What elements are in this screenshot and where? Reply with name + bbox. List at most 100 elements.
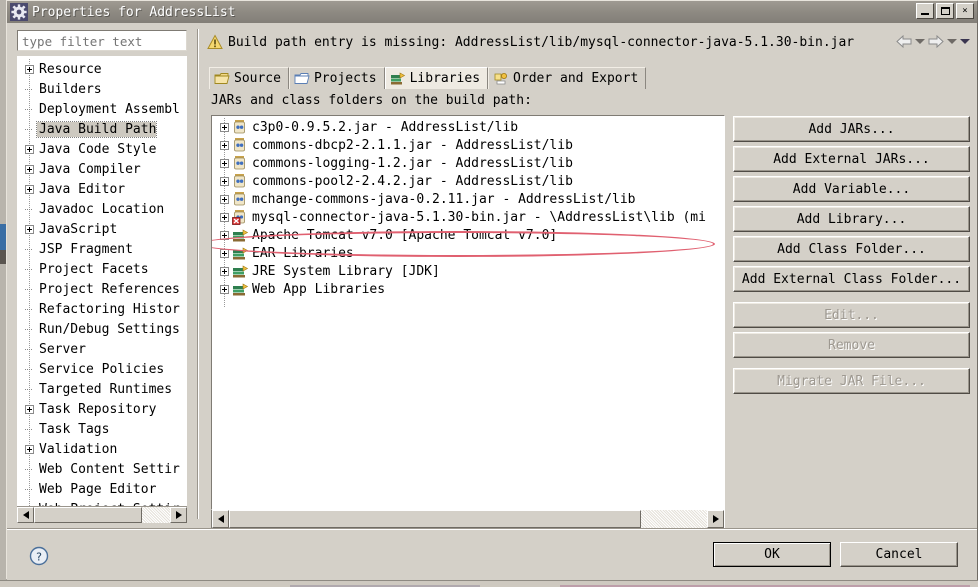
add-jars-button[interactable]: Add JARs...	[733, 116, 970, 142]
jar-scroll-thumb[interactable]	[229, 510, 641, 528]
sidebar-item-web-content-settings[interactable]: Web Content Settir	[17, 459, 187, 479]
filter-input[interactable]	[17, 30, 187, 51]
expand-toggle-icon[interactable]	[216, 248, 232, 258]
sidebar-item-jsp-fragment[interactable]: JSP Fragment	[17, 239, 187, 259]
expand-toggle-icon[interactable]	[216, 158, 232, 168]
jar-scroll-left-button[interactable]	[212, 510, 229, 528]
view-menu-button[interactable]	[959, 32, 971, 50]
add-external-jars-button[interactable]: Add External JARs...	[733, 146, 970, 172]
sidebar-item-project-references[interactable]: Project References	[17, 279, 187, 299]
expand-toggle-icon[interactable]	[216, 176, 232, 186]
jar-list-item[interactable]: EAR Libraries	[212, 244, 724, 262]
jar-scroll-right-button[interactable]	[707, 510, 724, 528]
ok-button[interactable]: OK	[713, 542, 831, 567]
properties-dialog-screen: Properties for AddressList × Resource Bui…	[0, 0, 978, 587]
tab-libraries[interactable]: Libraries	[384, 67, 489, 89]
jar-list-item[interactable]: JRE System Library [JDK]	[212, 262, 724, 280]
jar-list-item-label: EAR Libraries	[252, 245, 354, 261]
maximize-button[interactable]	[936, 3, 954, 19]
sidebar-item-builders[interactable]: Builders	[17, 79, 187, 99]
sidebar-item-validation[interactable]: Validation	[17, 439, 187, 459]
tree-scroll-track[interactable]	[34, 507, 170, 523]
jar-list-item[interactable]: Apache Tomcat v7.0 [Apache Tomcat v7.0]	[212, 226, 724, 244]
tab-order-and-export[interactable]: Order and Export	[488, 67, 647, 89]
jar-scroll-track[interactable]	[229, 510, 707, 528]
tree-scroll-thumb[interactable]	[34, 507, 142, 523]
expand-toggle-icon[interactable]	[21, 404, 37, 414]
tree-scroll-right-button[interactable]	[170, 507, 187, 523]
expand-toggle-icon[interactable]	[21, 184, 37, 194]
jar-list-item[interactable]: commons-dbcp2-2.1.1.jar - AddressList/li…	[212, 136, 724, 154]
sidebar-item-task-tags[interactable]: Task Tags	[17, 419, 187, 439]
expand-toggle-icon[interactable]	[21, 224, 37, 234]
sidebar-item-task-repository[interactable]: Task Repository	[17, 399, 187, 419]
sidebar-item-deployment-assembly[interactable]: Deployment Assembl	[17, 99, 187, 119]
sidebar-item-java-editor[interactable]: Java Editor	[17, 179, 187, 199]
add-class-folder-button[interactable]: Add Class Folder...	[733, 236, 970, 262]
sidebar-item-java-build-path[interactable]: Java Build Path	[17, 119, 187, 139]
jar-list-box[interactable]: c3p0-0.9.5.2.jar - AddressList/lib common…	[211, 115, 725, 510]
jar-list-item[interactable]: mchange-commons-java-0.2.11.jar - Addres…	[212, 190, 724, 208]
jar-list-item-label: commons-logging-1.2.jar - AddressList/li…	[252, 155, 573, 171]
ok-button-label: OK	[764, 547, 780, 562]
jar-list-item[interactable]: commons-pool2-2.4.2.jar - AddressList/li…	[212, 172, 724, 190]
sidebar-item-label: Project Facets	[39, 261, 149, 277]
desktop-bottom-strip	[0, 580, 978, 587]
sidebar-item-java-code-style[interactable]: Java Code Style	[17, 139, 187, 159]
help-question-icon[interactable]: ?	[29, 546, 49, 566]
add-external-class-folder-button[interactable]: Add External Class Folder...	[733, 266, 970, 292]
tree-node-dash-icon	[21, 205, 37, 214]
cancel-button[interactable]: Cancel	[840, 542, 958, 567]
add-library-button[interactable]: Add Library...	[733, 206, 970, 232]
sidebar-item-javadoc-location[interactable]: Javadoc Location	[17, 199, 187, 219]
expand-toggle-icon[interactable]	[216, 122, 232, 132]
tab-source[interactable]: Source	[209, 67, 289, 89]
expand-toggle-icon[interactable]	[216, 230, 232, 240]
tree-node-dash-icon	[21, 345, 37, 354]
sidebar-item-run-debug-settings[interactable]: Run/Debug Settings	[17, 319, 187, 339]
tree-scroll-left-button[interactable]	[17, 507, 34, 523]
sidebar-item-javascript[interactable]: JavaScript	[17, 219, 187, 239]
expand-toggle-icon[interactable]	[21, 64, 37, 74]
tree-hscrollbar[interactable]	[17, 506, 187, 523]
tree-node-dash-icon	[21, 285, 37, 294]
remove-button: Remove	[733, 332, 970, 358]
tab-projects[interactable]: Projects	[288, 67, 385, 89]
jar-list-item[interactable]: commons-logging-1.2.jar - AddressList/li…	[212, 154, 724, 172]
sidebar-item-web-page-editor[interactable]: Web Page Editor	[17, 479, 187, 499]
sidebar-item-refactoring-history[interactable]: Refactoring Histor	[17, 299, 187, 319]
edit-button: Edit...	[733, 302, 970, 328]
expand-toggle-icon[interactable]	[216, 284, 232, 294]
minimize-button[interactable]	[916, 3, 934, 19]
add-variable-button[interactable]: Add Variable...	[733, 176, 970, 202]
expand-toggle-icon[interactable]	[216, 194, 232, 204]
expand-toggle-icon[interactable]	[216, 140, 232, 150]
sidebar-item-service-policies[interactable]: Service Policies	[17, 359, 187, 379]
sidebar-item-label: Validation	[39, 441, 118, 457]
expand-toggle-icon[interactable]	[216, 266, 232, 276]
back-button[interactable]	[895, 32, 913, 50]
expand-toggle-icon[interactable]	[216, 212, 232, 222]
jar-actions-buttons: Add JARs... Add External JARs... Add Varia…	[733, 116, 973, 398]
tab-label: Libraries	[409, 71, 481, 86]
expand-toggle-icon[interactable]	[21, 144, 37, 154]
sidebar-item-project-facets[interactable]: Project Facets	[17, 259, 187, 279]
jar-list-item[interactable]: Web App Libraries	[212, 280, 724, 298]
sidebar-item-server[interactable]: Server	[17, 339, 187, 359]
forward-button[interactable]	[927, 32, 945, 50]
settings-tree[interactable]: Resource Builders Deployment Assembl Java B…	[17, 56, 187, 506]
sidebar-item-targeted-runtimes[interactable]: Targeted Runtimes	[17, 379, 187, 399]
close-button[interactable]: ×	[956, 3, 974, 19]
sidebar-item-web-project-settings[interactable]: Web Project Settir	[17, 499, 187, 507]
sidebar-item-resource[interactable]: Resource	[17, 59, 187, 79]
jar-icon	[232, 173, 249, 189]
expand-toggle-icon[interactable]	[21, 164, 37, 174]
sidebar-item-java-compiler[interactable]: Java Compiler	[17, 159, 187, 179]
expand-toggle-icon[interactable]	[21, 444, 37, 454]
back-history-dropdown[interactable]	[914, 32, 926, 50]
jar-list-hscrollbar[interactable]	[211, 510, 725, 529]
jar-list-item[interactable]: mysql-connector-java-5.1.30-bin.jar - \A…	[212, 208, 724, 226]
button-label: Remove	[828, 337, 875, 353]
jar-list-item[interactable]: c3p0-0.9.5.2.jar - AddressList/lib	[212, 118, 724, 136]
forward-history-dropdown[interactable]	[946, 32, 958, 50]
